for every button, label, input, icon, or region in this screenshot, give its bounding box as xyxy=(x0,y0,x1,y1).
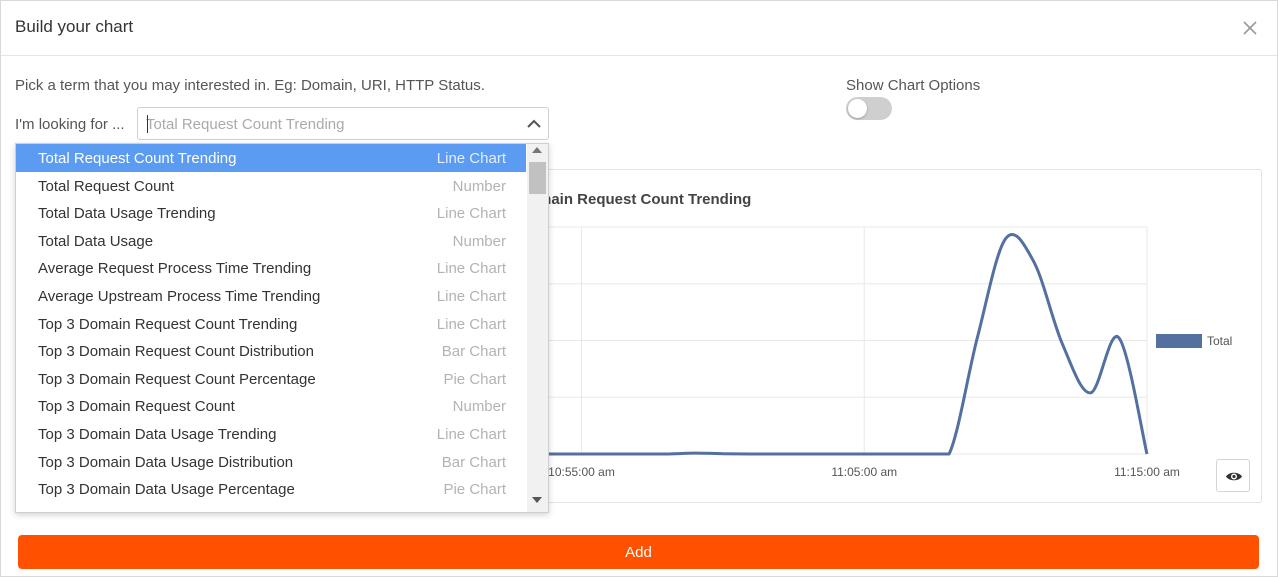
term-option[interactable]: Total Data Usage Number xyxy=(16,227,526,255)
scroll-up-arrow-icon[interactable] xyxy=(532,147,542,153)
build-chart-modal: Build your chart Pick a term that you ma… xyxy=(0,0,1278,577)
term-option-name: Top 3 Domain Request Count xyxy=(38,398,235,416)
preview-button[interactable] xyxy=(1216,459,1250,492)
term-option[interactable]: Top 3 Domain Data Usage Trending Line Cha… xyxy=(16,420,526,448)
term-option-type: Line Chart xyxy=(436,260,506,278)
term-option-type: Bar Chart xyxy=(441,453,506,471)
modal-title: Build your chart xyxy=(15,17,134,36)
eye-icon xyxy=(1226,472,1242,481)
scroll-down-arrow-icon[interactable] xyxy=(532,497,542,503)
term-option-name: Total Request Count Trending xyxy=(38,150,237,167)
dropdown-scrollbar[interactable] xyxy=(527,144,548,512)
term-option[interactable]: Total Request Count Number xyxy=(16,172,526,200)
close-icon xyxy=(1243,21,1257,35)
term-option-type: Number xyxy=(452,177,506,195)
term-option-name: Average Upstream Process Time Trending xyxy=(38,287,321,305)
term-search-box[interactable] xyxy=(137,107,549,140)
x-tick-label: 11:15:00 am xyxy=(1114,465,1180,479)
text-caret xyxy=(147,115,148,133)
x-tick-label: 10:55:00 am xyxy=(548,465,615,479)
term-dropdown: Total Request Count Trending Line Chart To… xyxy=(15,143,549,513)
term-option[interactable]: Top 3 Domain Request Count Distribution B… xyxy=(16,337,526,365)
legend-swatch-total xyxy=(1156,334,1202,348)
chart-title: main Request Count Trending xyxy=(538,191,751,208)
term-option-name: Top 3 Domain Request Count Percentage xyxy=(38,370,316,388)
legend-label-total: Total xyxy=(1207,334,1232,348)
chart-options-toggle[interactable] xyxy=(846,97,892,120)
term-option-name: Total Request Count xyxy=(38,177,174,195)
term-option[interactable]: Total Data Usage Trending Line Chart xyxy=(16,199,526,227)
term-option-type: Line Chart xyxy=(436,287,506,305)
term-option-list: Total Request Count Trending Line Chart To… xyxy=(16,144,526,503)
term-option[interactable]: Average Upstream Process Time Trending Li… xyxy=(16,282,526,310)
term-option-type: Line Chart xyxy=(436,205,506,223)
term-option-type: Number xyxy=(452,232,506,250)
chevron-up-icon[interactable] xyxy=(526,117,542,131)
term-option[interactable]: Top 3 Domain Request Count Number xyxy=(16,392,526,420)
term-option-type: Pie Chart xyxy=(443,481,506,499)
toggle-knob xyxy=(848,99,867,118)
scroll-thumb[interactable] xyxy=(529,162,546,194)
term-option[interactable]: Top 3 Domain Request Count Percentage Pie… xyxy=(16,365,526,393)
chart-options-label: Show Chart Options xyxy=(846,77,981,94)
term-option-type: Number xyxy=(452,398,506,416)
x-tick-label: 11:05:00 am xyxy=(831,465,897,479)
term-option-name: Average Request Process Time Trending xyxy=(38,260,312,278)
term-option[interactable]: Top 3 Domain Request Count Trending Line … xyxy=(16,310,526,338)
term-option-type: Bar Chart xyxy=(441,343,506,361)
term-option[interactable]: Top 3 Domain Data Usage Distribution Bar … xyxy=(16,448,526,476)
term-hint: Pick a term that you may interested in. … xyxy=(15,77,485,94)
term-option-name: Top 3 Domain Request Count Distribution xyxy=(38,343,314,361)
term-option-name: Top 3 Domain Data Usage Percentage xyxy=(38,481,295,499)
term-option-type: Line Chart xyxy=(436,150,506,167)
term-option-name: Top 3 Domain Data Usage Trending xyxy=(38,425,277,443)
term-option-name: Top 3 Domain Request Count Trending xyxy=(38,315,298,333)
chart-legend[interactable]: Total xyxy=(1156,334,1232,348)
modal-header: Build your chart xyxy=(1,1,1277,56)
term-option[interactable]: Total Request Count Trending Line Chart xyxy=(16,144,526,172)
term-option-name: Top 3 Domain Data Usage Distribution xyxy=(38,453,294,471)
term-option-type: Pie Chart xyxy=(443,370,506,388)
term-search-input[interactable] xyxy=(146,113,516,135)
add-button[interactable]: Add xyxy=(18,535,1259,569)
term-option-name: Total Data Usage xyxy=(38,232,154,250)
close-button[interactable] xyxy=(1237,15,1263,41)
term-option[interactable]: Top 3 Domain Data Usage Percentage Pie Ch… xyxy=(16,475,526,503)
term-option[interactable]: Average Request Process Time Trending Lin… xyxy=(16,254,526,282)
term-option-type: Line Chart xyxy=(436,425,506,443)
looking-for-label: I'm looking for ... xyxy=(15,116,125,133)
term-option-type: Line Chart xyxy=(436,315,506,333)
term-option-name: Total Data Usage Trending xyxy=(38,205,216,223)
